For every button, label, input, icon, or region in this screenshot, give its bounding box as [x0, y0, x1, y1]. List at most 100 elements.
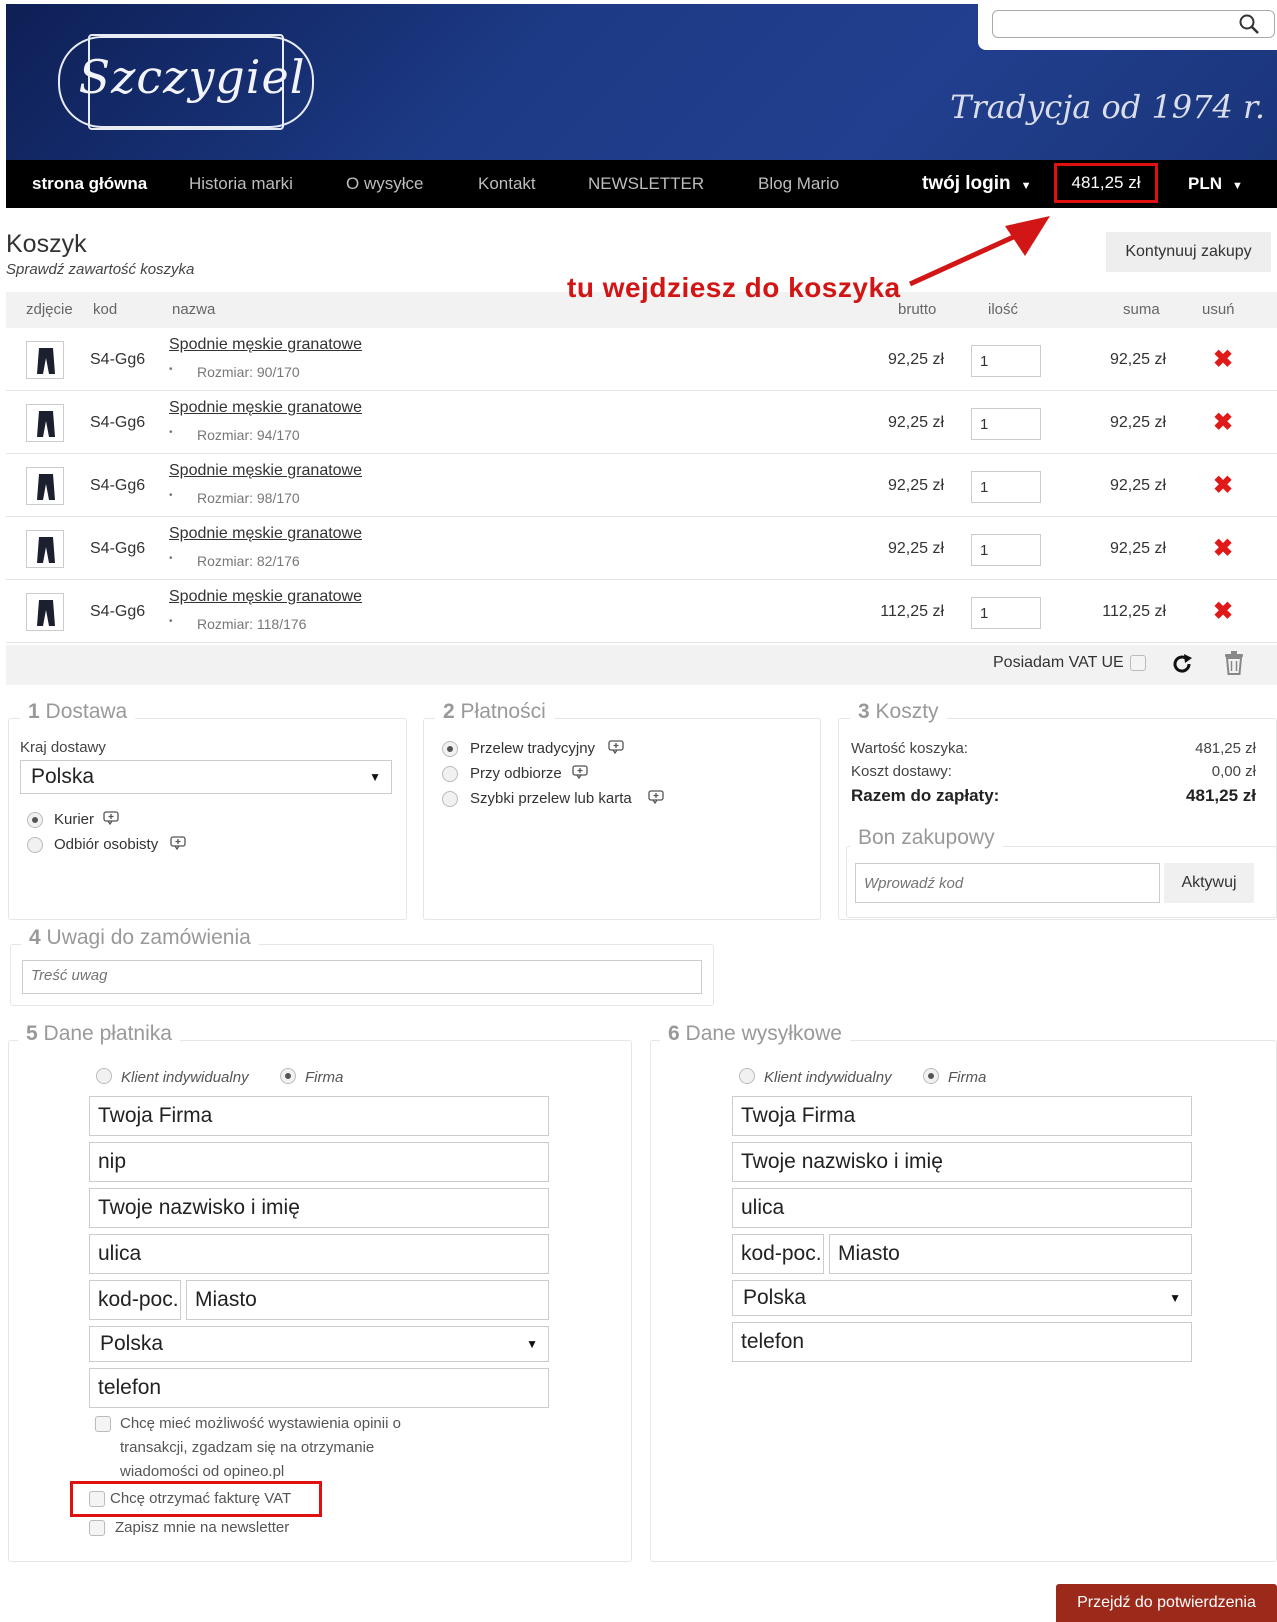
login-label: twój login [922, 173, 1011, 194]
logo[interactable]: Szczygiel [72, 50, 312, 104]
trousers-icon [37, 600, 55, 626]
shipping-type-company[interactable]: Firma [948, 1069, 986, 1086]
payer-radio-individual[interactable] [96, 1068, 112, 1084]
opineo-checkbox[interactable] [95, 1416, 111, 1432]
refresh-icon[interactable] [1170, 652, 1194, 676]
vat-invoice-label: Chcę otrzymać fakturę VAT [110, 1490, 292, 1507]
product-thumbnail[interactable] [26, 404, 64, 442]
cart-total-button[interactable]: 481,25 zł [1054, 163, 1158, 203]
payer-type-individual[interactable]: Klient indywidualny [121, 1069, 249, 1086]
shipping-radio-individual[interactable] [739, 1068, 755, 1084]
delivery-title: Dostawa [45, 700, 128, 723]
nav-blog[interactable]: Blog Mario [758, 160, 839, 208]
product-size: Rozmiar: 118/176 [169, 616, 307, 632]
radio-bank-transfer[interactable] [442, 741, 458, 757]
payer-name-field[interactable]: Twoje nazwisko i imię [89, 1188, 549, 1228]
option-fast-transfer[interactable]: Szybki przelew lub karta [470, 790, 632, 807]
option-cash-on-delivery[interactable]: Przy odbiorze [470, 765, 562, 782]
costs-legend: 3 Koszty [850, 700, 947, 724]
info-icon[interactable] [608, 740, 624, 754]
product-name-link[interactable]: Spodnie męskie granatowe [169, 462, 362, 480]
nav-newsletter[interactable]: NEWSLETTER [588, 160, 704, 208]
payer-country-select[interactable]: Polska ▼ [89, 1326, 549, 1362]
quantity-input[interactable] [971, 345, 1041, 377]
voucher-input[interactable] [855, 863, 1160, 903]
confirm-order-button[interactable]: Przejdź do potwierdzenia [1056, 1584, 1277, 1622]
vat-invoice-checkbox[interactable] [89, 1491, 105, 1507]
payer-nip-field[interactable]: nip [89, 1142, 549, 1182]
product-sum: 92,25 zł [1109, 351, 1166, 368]
radio-cash-on-delivery[interactable] [442, 766, 458, 782]
product-name-link[interactable]: Spodnie męskie granatowe [169, 588, 362, 606]
payer-postcode-field[interactable]: kod-poc. [89, 1280, 181, 1320]
shipping-company-field[interactable]: Twoja Firma [732, 1096, 1192, 1136]
payer-street-field[interactable]: ulica [89, 1234, 549, 1274]
shipping-city-field[interactable]: Miasto [829, 1234, 1192, 1274]
option-pickup[interactable]: Odbiór osobisty [54, 836, 158, 853]
login-menu[interactable]: twój login ▼ [922, 160, 1032, 208]
product-thumbnail[interactable] [26, 341, 64, 379]
payment-legend: 2 Płatności [435, 700, 554, 724]
remove-item-icon[interactable]: ✖ [1213, 534, 1233, 563]
payer-company-field[interactable]: Twoja Firma [89, 1096, 549, 1136]
info-icon[interactable] [572, 765, 588, 779]
payer-radio-company[interactable] [280, 1068, 296, 1084]
product-sum: 112,25 zł [1102, 603, 1166, 620]
quantity-input[interactable] [971, 471, 1041, 503]
vat-ue-checkbox[interactable] [1130, 655, 1146, 671]
remove-item-icon[interactable]: ✖ [1213, 408, 1233, 437]
nav-contact[interactable]: Kontakt [478, 160, 536, 208]
product-thumbnail[interactable] [26, 530, 64, 568]
notes-textarea[interactable] [22, 960, 702, 994]
product-code: S4-Gg6 [90, 414, 146, 431]
product-thumbnail[interactable] [26, 467, 64, 505]
annotation-text: tu wejdziesz do koszyka [567, 272, 901, 303]
nav-brand-history[interactable]: Historia marki [189, 160, 293, 208]
payer-phone-field[interactable]: telefon [89, 1368, 549, 1408]
currency-menu[interactable]: PLN ▼ [1188, 160, 1243, 208]
quantity-input[interactable] [971, 408, 1041, 440]
newsletter-checkbox[interactable] [89, 1520, 105, 1536]
payer-city-field[interactable]: Miasto [186, 1280, 549, 1320]
cart-value: 481,25 zł [1195, 740, 1256, 757]
remove-item-icon[interactable]: ✖ [1213, 597, 1233, 626]
delivery-country-select[interactable]: Polska ▼ [20, 760, 392, 794]
shipping-phone-field[interactable]: telefon [732, 1322, 1192, 1362]
search-input[interactable] [992, 10, 1275, 38]
product-size: Rozmiar: 94/170 [169, 427, 300, 443]
nav-home[interactable]: strona główna [32, 160, 147, 208]
continue-shopping-button[interactable]: Kontynuuj zakupy [1106, 232, 1271, 272]
remove-item-icon[interactable]: ✖ [1213, 471, 1233, 500]
delivery-num: 1 [28, 700, 40, 723]
nav-shipping[interactable]: O wysyłce [346, 160, 423, 208]
radio-fast-transfer[interactable] [442, 791, 458, 807]
product-size: Rozmiar: 98/170 [169, 490, 300, 506]
quantity-input[interactable] [971, 534, 1041, 566]
shipping-radio-company[interactable] [923, 1068, 939, 1084]
shipping-country-select[interactable]: Polska ▼ [732, 1280, 1192, 1316]
product-name-link[interactable]: Spodnie męskie granatowe [169, 336, 362, 354]
payer-type-company[interactable]: Firma [305, 1069, 343, 1086]
option-bank-transfer[interactable]: Przelew tradycyjny [470, 740, 595, 757]
shipping-postcode-field[interactable]: kod-poc. [732, 1234, 824, 1274]
search-icon[interactable] [1238, 13, 1260, 35]
product-name-link[interactable]: Spodnie męskie granatowe [169, 525, 362, 543]
chevron-down-icon: ▼ [1232, 180, 1243, 192]
quantity-input[interactable] [971, 597, 1041, 629]
remove-item-icon[interactable]: ✖ [1213, 345, 1233, 374]
col-qty: ilość [988, 301, 1019, 318]
product-name-link[interactable]: Spodnie męskie granatowe [169, 399, 362, 417]
product-thumbnail[interactable] [26, 593, 64, 631]
dropdown-arrow-icon: ▼ [369, 770, 381, 784]
activate-voucher-button[interactable]: Aktywuj [1164, 863, 1254, 903]
info-icon[interactable] [103, 811, 119, 825]
shipping-type-individual[interactable]: Klient indywidualny [764, 1069, 892, 1086]
info-icon[interactable] [170, 836, 186, 850]
info-icon[interactable] [648, 790, 664, 804]
radio-pickup[interactable] [27, 837, 43, 853]
option-courier[interactable]: Kurier [54, 811, 94, 828]
radio-courier[interactable] [27, 812, 43, 828]
shipping-name-field[interactable]: Twoje nazwisko i imię [732, 1142, 1192, 1182]
shipping-street-field[interactable]: ulica [732, 1188, 1192, 1228]
trash-icon[interactable] [1222, 650, 1246, 676]
